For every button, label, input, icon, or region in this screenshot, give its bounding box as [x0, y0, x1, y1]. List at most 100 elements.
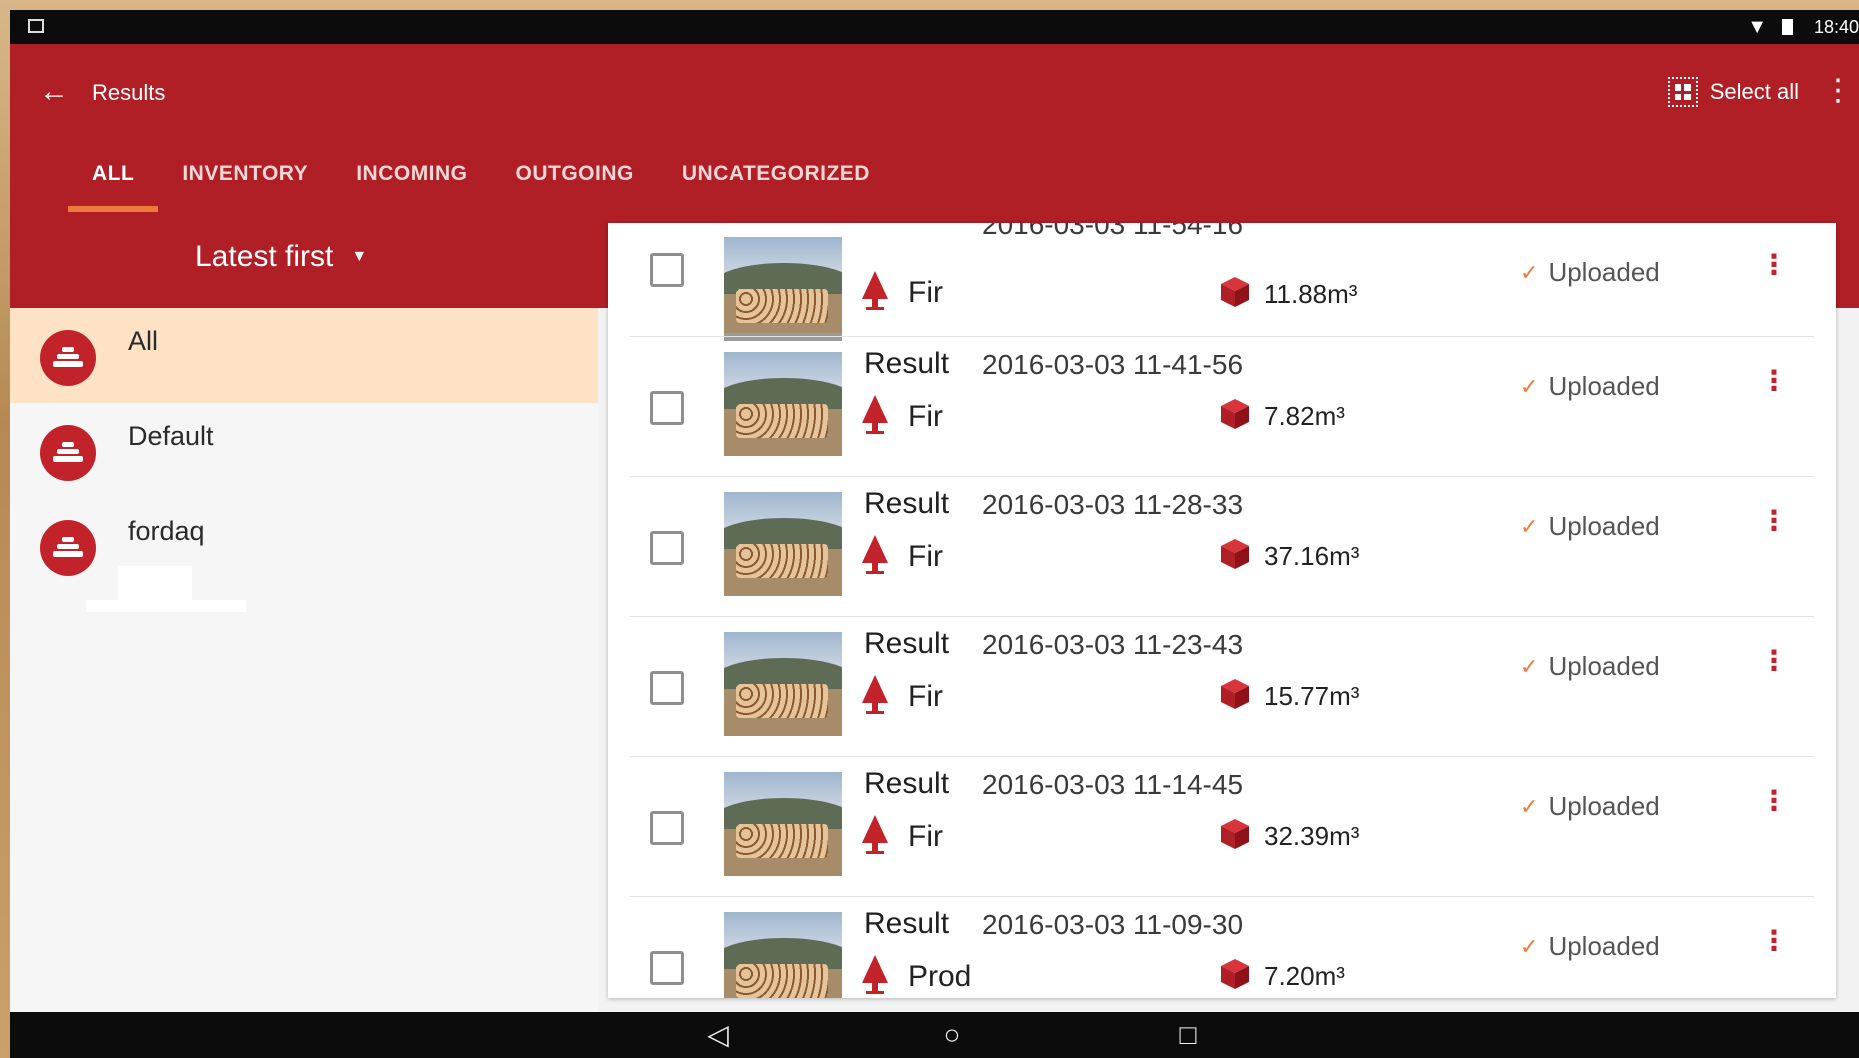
upload-status: ✓ Uploaded	[1520, 791, 1660, 822]
row-checkbox[interactable]	[650, 253, 684, 287]
status-label: Uploaded	[1548, 511, 1660, 541]
category-item-default[interactable]: Default	[10, 403, 598, 498]
status-bar: ▼ 18:40	[10, 10, 1859, 44]
category-label: Default	[128, 421, 214, 451]
volume: 15.77m³	[1218, 677, 1359, 716]
tree-icon	[858, 393, 892, 440]
upload-status: ✓ Uploaded	[1520, 371, 1660, 402]
result-date: 2016-03-03 11-54-16	[982, 223, 1244, 240]
more-vert-icon[interactable]: ⋮	[1760, 923, 1788, 963]
tree-icon	[858, 533, 892, 580]
check-icon: ✓	[1520, 513, 1539, 539]
more-vert-icon[interactable]: ⋮	[1760, 247, 1788, 287]
category-label: All	[128, 326, 159, 356]
category-sidebar: All Default fordaq	[10, 308, 598, 1012]
category-item-fordaq[interactable]: fordaq	[10, 498, 598, 593]
result-title: Result	[864, 487, 950, 520]
upload-status: ✓ Uploaded	[1520, 651, 1660, 682]
species: Fir	[858, 673, 943, 720]
result-thumbnail	[724, 632, 842, 736]
more-vert-icon[interactable]: ⋮	[1760, 783, 1788, 823]
volume: 32.39m³	[1218, 817, 1359, 856]
tab-all[interactable]: ALL	[68, 136, 159, 212]
cube-icon	[1218, 957, 1252, 996]
log-pile-icon	[40, 330, 96, 386]
home-circle-icon[interactable]: ○	[932, 1018, 972, 1052]
wifi-icon: ▼	[1747, 16, 1767, 38]
tab-uncategorized[interactable]: UNCATEGORIZED	[658, 136, 894, 212]
system-nav-bar: ◁ ○ □	[10, 1012, 1859, 1058]
volume-value: 37.16m³	[1264, 541, 1360, 571]
result-row[interactable]: 2016-03-03 11-54-16 Fir 11.88m³ ✓ Upload…	[608, 223, 1836, 341]
species: Fir	[858, 269, 943, 316]
battery-icon	[1782, 19, 1793, 35]
row-checkbox[interactable]	[650, 811, 684, 845]
category-item-all[interactable]: All	[10, 308, 598, 403]
cube-icon	[1218, 677, 1252, 716]
cube-icon	[1218, 397, 1252, 436]
result-title: Result	[864, 907, 950, 940]
tree-icon	[858, 813, 892, 860]
result-thumbnail	[724, 352, 842, 456]
more-vert-icon[interactable]: ⋮	[1760, 363, 1788, 403]
result-thumbnail	[724, 237, 842, 341]
result-row[interactable]: Result 2016-03-03 11-14-45 Fir 32.39m³ ✓…	[608, 757, 1836, 897]
result-row[interactable]: Result 2016-03-03 11-41-56 Fir 7.82m³ ✓ …	[608, 337, 1836, 477]
result-row[interactable]: Result 2016-03-03 11-28-33 Fir 37.16m³ ✓…	[608, 477, 1836, 617]
redaction-block	[86, 600, 246, 612]
result-title: Result	[864, 347, 950, 380]
page-title: Results	[92, 80, 166, 105]
category-label: fordaq	[128, 516, 205, 546]
more-vert-icon[interactable]: ⋮	[1823, 72, 1853, 112]
more-vert-icon[interactable]: ⋮	[1760, 643, 1788, 683]
row-checkbox[interactable]	[650, 531, 684, 565]
check-icon: ✓	[1520, 653, 1539, 679]
result-date: 2016-03-03 11-28-33	[982, 489, 1244, 520]
row-checkbox[interactable]	[650, 671, 684, 705]
volume: 11.88m³	[1218, 275, 1357, 314]
result-row[interactable]: Result 2016-03-03 11-09-30 Prod 7.20m³ ✓…	[608, 897, 1836, 998]
tree-icon	[858, 953, 892, 998]
select-all-button[interactable]: Select all	[1667, 70, 1799, 114]
tab-outgoing[interactable]: OUTGOING	[492, 136, 658, 212]
status-label: Uploaded	[1548, 257, 1660, 287]
cube-icon	[1218, 817, 1252, 856]
result-date: 2016-03-03 11-41-56	[982, 349, 1244, 380]
result-thumbnail	[724, 492, 842, 596]
species-name: Fir	[908, 539, 943, 573]
cube-icon	[1218, 275, 1252, 314]
tab-incoming[interactable]: INCOMING	[332, 136, 491, 212]
volume-value: 15.77m³	[1264, 681, 1360, 711]
recents-square-icon[interactable]: □	[1168, 1018, 1208, 1052]
check-icon: ✓	[1520, 933, 1539, 959]
dropdown-caret-icon: ▼	[351, 248, 368, 265]
volume: 7.20m³	[1218, 957, 1345, 996]
log-pile-icon	[40, 520, 96, 576]
more-vert-icon[interactable]: ⋮	[1760, 503, 1788, 543]
result-date: 2016-03-03 11-14-45	[982, 769, 1244, 800]
cube-icon	[1218, 537, 1252, 576]
check-icon: ✓	[1520, 259, 1539, 285]
sort-label: Latest first	[195, 240, 334, 273]
tree-icon	[858, 269, 892, 316]
back-triangle-icon[interactable]: ◁	[698, 1018, 738, 1052]
back-arrow-icon[interactable]: ←	[34, 72, 74, 112]
tab-inventory[interactable]: INVENTORY	[158, 136, 332, 212]
species: Fir	[858, 533, 943, 580]
result-row[interactable]: Result 2016-03-03 11-23-43 Fir 15.77m³ ✓…	[608, 617, 1836, 757]
result-title: Result	[864, 767, 950, 800]
check-icon: ✓	[1520, 793, 1539, 819]
status-label: Uploaded	[1548, 931, 1660, 961]
species: Prod	[858, 953, 971, 998]
tab-bar: ALL INVENTORY INCOMING OUTGOING UNCATEGO…	[68, 136, 894, 216]
tablet-screen: ▼ 18:40 ← Results Select all ⋮ ALL INVEN…	[10, 10, 1859, 1058]
status-label: Uploaded	[1548, 791, 1660, 821]
sort-dropdown[interactable]: Latest first ▼	[195, 240, 367, 274]
row-checkbox[interactable]	[650, 951, 684, 985]
row-checkbox[interactable]	[650, 391, 684, 425]
upload-status: ✓ Uploaded	[1520, 257, 1660, 288]
result-title: Result	[864, 627, 950, 660]
status-label: Uploaded	[1548, 651, 1660, 681]
volume: 37.16m³	[1218, 537, 1359, 576]
volume-value: 32.39m³	[1264, 821, 1360, 851]
